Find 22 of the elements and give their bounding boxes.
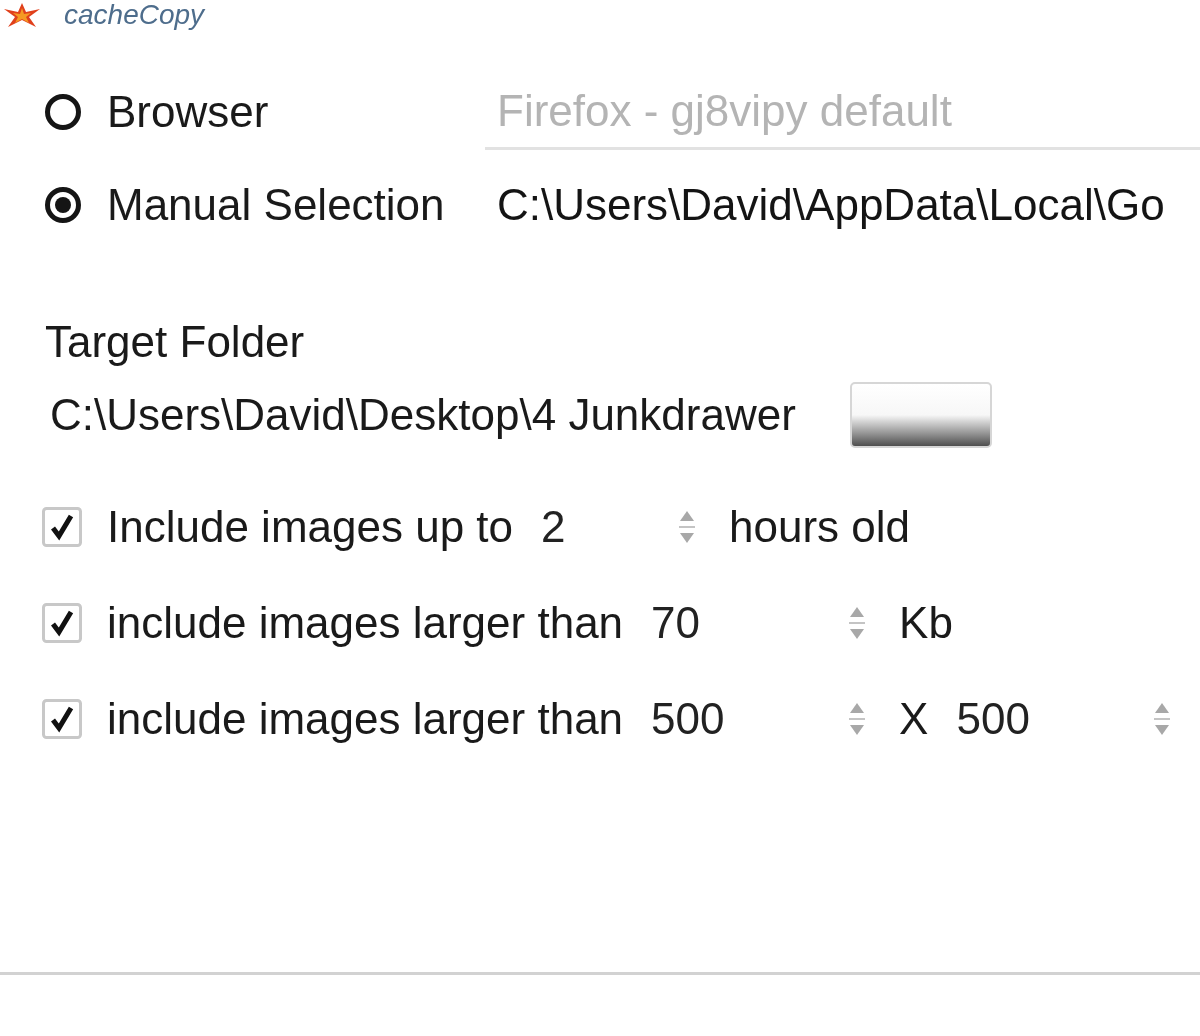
option-text: X <box>899 694 929 744</box>
path-field[interactable]: C:\Users\David\AppData\Local\Go <box>485 167 1200 243</box>
option-text: include images larger than <box>107 598 624 648</box>
checkbox[interactable] <box>42 603 82 643</box>
section-label: Target Folder <box>45 317 305 367</box>
number-field[interactable]: 500 <box>651 697 872 741</box>
option-label: Browser <box>107 87 269 137</box>
star-logo-icon <box>2 3 42 27</box>
number-field[interactable]: 70 <box>651 601 872 645</box>
app-title: cacheCopy <box>64 0 205 30</box>
browse-button[interactable] <box>849 382 992 448</box>
option-label: Manual Selection <box>107 180 445 230</box>
checkbox[interactable] <box>42 507 82 547</box>
option-text: hours old <box>729 502 911 552</box>
radio-button[interactable] <box>44 186 82 224</box>
option-text: include images larger than <box>107 694 624 744</box>
option-text: Kb <box>899 598 953 648</box>
folder-path: C:\Users\David\Desktop\4 Junkdrawer <box>49 390 796 440</box>
number-field[interactable]: 500 <box>956 697 1177 741</box>
checkbox[interactable] <box>42 699 82 739</box>
option-text: Include images up to <box>107 502 514 552</box>
number-field[interactable]: 2 <box>541 505 702 549</box>
